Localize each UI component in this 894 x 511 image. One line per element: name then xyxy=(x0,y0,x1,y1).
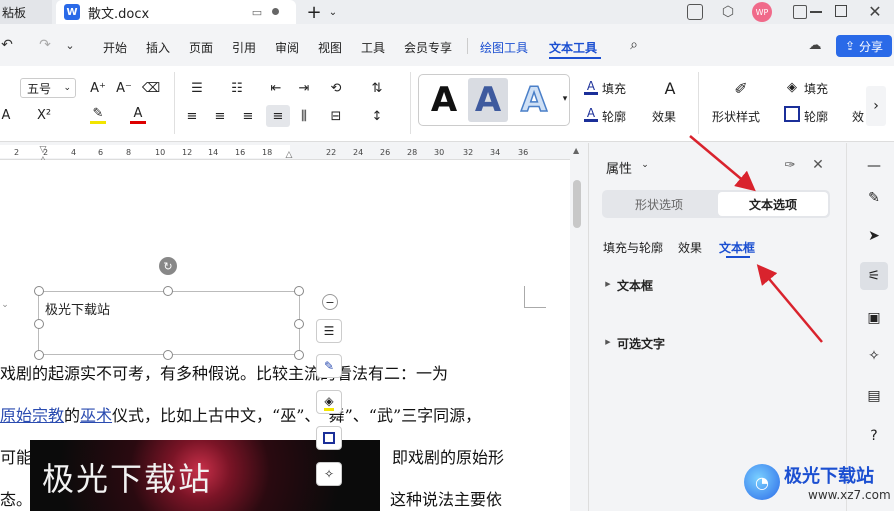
watermark-url: www.xz7.com xyxy=(808,488,891,502)
red-arrow-to-text-options xyxy=(689,135,756,192)
red-arrow-to-textbox-tab xyxy=(756,264,823,343)
watermark: ◔ 极光下载站 www.xz7.com xyxy=(736,458,894,511)
annotation-arrows xyxy=(689,135,823,343)
watermark-name: 极光下载站 xyxy=(784,466,874,487)
aurora-logo-icon: ◔ xyxy=(744,464,780,500)
